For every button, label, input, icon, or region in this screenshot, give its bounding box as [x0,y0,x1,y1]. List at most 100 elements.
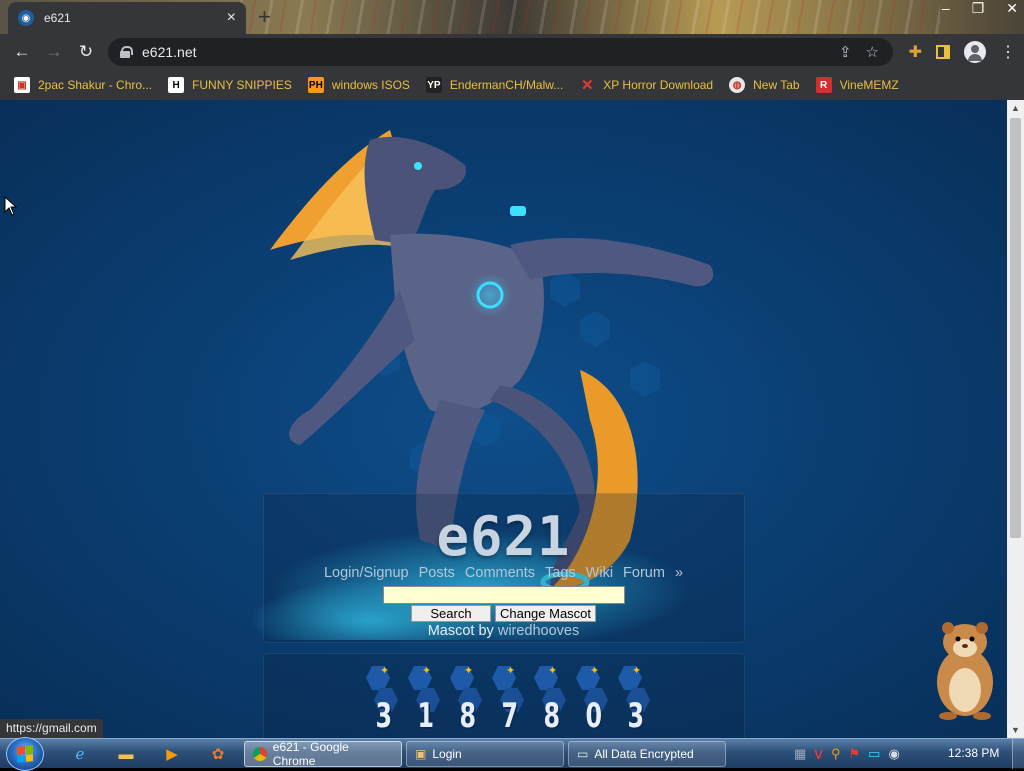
tab-title: e621 [44,11,71,25]
bookmark-item[interactable]: H FUNNY SNIPPIES [168,77,292,93]
r-icon: R [815,77,832,93]
scroll-up-arrow-icon[interactable]: ▲ [1007,100,1024,116]
counter-digit: ✦ 1 [402,662,444,738]
bookmark-label: FUNNY SNIPPIES [192,78,292,92]
tray-monitor-icon[interactable]: ▭ [868,746,880,762]
counter-digit: ✦ 8 [444,662,486,738]
mouse-cursor-icon [4,196,18,216]
bookmark-item[interactable]: ◍ New Tab [729,77,800,93]
tray-flag-icon[interactable]: ⚑ [849,746,861,762]
system-tray: ▦ V ⚲ ⚑ ▭ ◉ [794,742,900,766]
bookmarks-bar: ▣ 2pac Shakur - Chro... H FUNNY SNIPPIES… [0,70,1024,100]
counter-digit: ✦ 8 [528,662,570,738]
bookmark-item[interactable]: YP EndermanCH/Malw... [425,77,564,93]
bookmark-item[interactable]: PH windows ISOS [307,77,410,93]
change-mascot-button[interactable]: Change Mascot [495,605,596,622]
x-icon: ✕ [580,77,594,94]
bookmark-label: EndermanCH/Malw... [449,78,564,92]
extensions-puzzle-icon[interactable]: ✚ [909,42,922,62]
link-status-bubble: https://gmail.com [0,719,103,738]
task-label: All Data Encrypted [594,747,694,761]
task-label: e621 - Google Chrome [272,740,349,768]
yp-icon: YP [425,77,442,93]
theme-background [240,0,940,34]
menu-kebab-icon[interactable]: ⋮ [1000,42,1016,62]
media-player-icon[interactable]: ▶ [152,742,192,766]
taskbar-task-chrome[interactable]: e621 - Google Chrome [244,740,402,768]
bookmark-label: New Tab [753,78,800,92]
browser-toolbar: ← → ↻ e621.net ⇪ ☆ ✚ ⋮ [0,34,1024,70]
web-page [0,100,1007,738]
show-desktop-button[interactable] [1012,739,1024,769]
bookmark-label: VineMEMZ [839,78,899,92]
bookmark-item[interactable]: ▣ 2pac Shakur - Chro... [14,77,152,93]
start-button[interactable] [6,737,44,771]
file-explorer-icon[interactable]: ▬ [106,742,146,766]
browser-tab[interactable]: ◉ e621 × [8,2,246,34]
taskbar-clock[interactable]: 12:38 PM [948,746,999,760]
login-icon: ▣ [415,747,427,761]
toolbar-actions: ✚ ⋮ [909,34,1016,70]
back-arrow-icon[interactable]: ← [6,42,38,62]
side-panel-icon[interactable] [936,45,950,59]
nav-forum[interactable]: Forum [623,565,665,581]
forward-arrow-icon[interactable]: → [38,42,70,62]
ph-icon: PH [307,77,324,93]
bookmark-item[interactable]: R VineMEMZ [815,77,899,93]
bookmark-label: XP Horror Download [603,78,714,92]
gift-icon: ▣ [14,77,30,93]
nav-more[interactable]: » [675,565,683,581]
url-text[interactable]: e621.net [142,44,839,60]
address-bar[interactable]: e621.net ⇪ ☆ [108,38,893,66]
tray-app-icon[interactable]: ▦ [794,746,806,762]
e621-favicon-icon: ◉ [18,10,34,26]
profile-avatar-icon[interactable] [964,41,986,63]
reload-icon[interactable]: ↻ [70,42,102,62]
counter-digit: ✦ 0 [570,662,612,738]
window-titlebar: ◉ e621 × + – ❐ ✕ [0,0,1024,34]
hamster-desktop-pet[interactable] [920,612,1010,722]
window-controls: – ❐ ✕ [942,0,1018,17]
scroll-thumb[interactable] [1010,118,1021,538]
chrome-icon [253,747,267,761]
lock-icon[interactable] [120,46,133,58]
close-window-icon[interactable]: ✕ [1006,0,1018,17]
nav-posts[interactable]: Posts [419,565,455,581]
window-icon: ▭ [577,747,589,761]
nav-wiki[interactable]: Wiki [586,565,613,581]
close-tab-icon[interactable]: × [227,10,236,26]
taskbar-task-login[interactable]: ▣ Login [406,741,564,767]
h-icon: H [168,77,185,93]
share-icon[interactable]: ⇪ [839,43,852,61]
minimize-icon[interactable]: – [942,0,950,17]
windows-logo-icon [17,745,33,763]
search-input[interactable] [383,586,625,604]
paint-icon[interactable]: ✿ [198,742,238,766]
scroll-down-arrow-icon[interactable]: ▼ [1007,722,1024,738]
maximize-icon[interactable]: ❐ [972,0,985,17]
taskbar-task-encrypted[interactable]: ▭ All Data Encrypted [568,741,726,767]
mascot-artist-link[interactable]: wiredhooves [498,623,579,639]
page-scrollbar[interactable]: ▲ ▼ [1007,100,1024,738]
task-label: Login [432,747,462,761]
windows-taskbar: ℯ ▬ ▶ ✿ e621 - Google Chrome ▣ Login ▭ A… [0,737,1024,771]
nav-login-signup[interactable]: Login/Signup [324,565,409,581]
tray-volume-icon[interactable]: ◉ [888,746,899,762]
counter-digit: ✦ 3 [360,662,402,738]
new-tab-icon[interactable]: + [258,4,271,30]
internet-explorer-icon[interactable]: ℯ [60,742,100,766]
nav-tags[interactable]: Tags [545,565,576,581]
tray-search-icon[interactable]: ⚲ [831,746,841,762]
site-logo[interactable]: e621 [0,505,1007,568]
bookmark-label: 2pac Shakur - Chro... [38,78,153,92]
globe-icon: ◍ [729,77,746,93]
counter-digit: ✦ 3 [612,662,654,738]
tray-v-icon[interactable]: V [814,747,823,762]
search-button[interactable]: Search [411,605,491,622]
bookmark-item[interactable]: ✕ XP Horror Download [579,77,714,94]
site-nav: Login/Signup Posts Comments Tags Wiki Fo… [0,565,1007,581]
post-counter: ✦ 3 ✦ 1 ✦ 8 ✦ 7 ✦ 8 ✦ 0 ✦ 3 [360,662,654,738]
bookmark-star-icon[interactable]: ☆ [866,43,879,61]
mascot-credit: Mascot by wiredhooves [0,623,1007,639]
nav-comments[interactable]: Comments [465,565,535,581]
